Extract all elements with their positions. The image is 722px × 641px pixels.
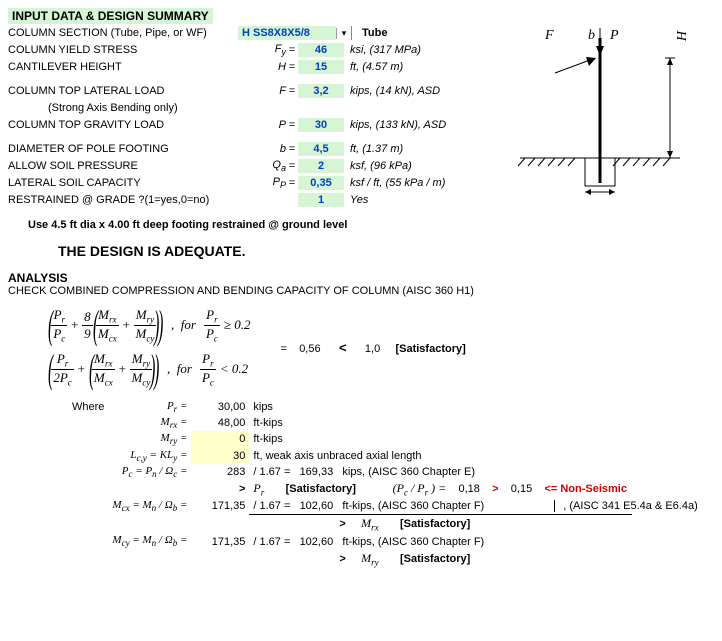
sym-p: P <box>238 119 286 131</box>
fig-b: b <box>588 28 595 44</box>
Mry-val: 0 <box>191 431 249 447</box>
label-b: DIAMETER OF POLE FOOTING <box>8 143 238 155</box>
ratio-value: 0,56 <box>299 343 320 355</box>
label-pp: LATERAL SOIL CAPACITY <box>8 177 238 189</box>
interaction-equation: ( PrPc + 89 ( MrxMcx + MryMcy ) ) , for … <box>8 303 714 391</box>
table-row: Mry = 0 ft-kips <box>68 431 632 447</box>
gt2: > <box>492 483 498 495</box>
section-header: INPUT DATA & DESIGN SUMMARY <box>8 8 213 24</box>
unit-p: kips, (133 kN), ASD <box>344 119 446 131</box>
table-row: > Mrx [Satisfactory] <box>68 515 632 534</box>
Mcx-val: 171,35 <box>191 498 249 514</box>
unit-rest: Yes <box>344 194 368 206</box>
sym-fy: Fy <box>238 43 286 57</box>
gt: > <box>191 480 249 498</box>
sym-h: H <box>238 61 286 73</box>
analysis-title: ANALYSIS <box>8 271 714 285</box>
Mcy-val: 171,35 <box>191 533 249 549</box>
table-row: Lc,y = KLy = 30 ft, weak axis unbraced a… <box>68 448 632 464</box>
val-p[interactable]: 30 <box>298 118 344 132</box>
PcPr-rat: 0,18 <box>458 483 479 495</box>
val-b[interactable]: 4,5 <box>298 142 344 156</box>
sym-qa: Qa <box>238 159 286 173</box>
Pr-unit: kips <box>249 399 631 415</box>
val-fy[interactable]: 46 <box>298 43 344 57</box>
unit-pp: ksf / ft, (55 kPa / m) <box>344 177 445 189</box>
Pc-u3: kips, (AISC 360 Chapter E) <box>342 466 475 478</box>
aisc341-note: , (AISC 341 E5.4a & E6.4a) <box>554 500 698 512</box>
label-qa: ALLOW SOIL PRESSURE <box>8 160 238 172</box>
label-f-sub: (Strong Axis Bending only) <box>8 102 278 114</box>
section-shape: Tube <box>352 27 387 39</box>
section-dropdown[interactable]: H SS8X8X5/8 ▾ <box>238 26 352 40</box>
PcPr-lim: 0,15 <box>511 483 532 495</box>
unit-fy: ksi, (317 MPa) <box>344 44 421 56</box>
val-pp[interactable]: 0,35 <box>298 176 344 190</box>
val-f[interactable]: 3,2 <box>298 84 344 98</box>
label-h: CANTILEVER HEIGHT <box>8 61 238 73</box>
column-diagram: P F H b <box>490 28 700 198</box>
chevron-down-icon[interactable]: ▾ <box>336 28 351 39</box>
label-section: COLUMN SECTION (Tube, Pipe, or WF) <box>8 27 238 39</box>
fig-p: P <box>610 28 619 44</box>
val-h[interactable]: 15 <box>298 60 344 74</box>
sym-f: F <box>238 85 286 97</box>
table-row: > Pr [Satisfactory] (Pc / Pr ) = 0,18 > … <box>68 480 632 498</box>
Pc-val: 283 <box>191 464 249 480</box>
ratio-verdict: [Satisfactory] <box>395 343 465 355</box>
Mrx-val: 48,00 <box>191 415 249 431</box>
fig-f: F <box>545 28 554 44</box>
unit-h: ft, (4.57 m) <box>344 61 403 73</box>
Pc-u2: / 1.67 = <box>253 466 290 478</box>
eq: = <box>286 44 298 56</box>
non-seismic: <= Non-Seismic <box>544 483 627 495</box>
Pr-val: 30,00 <box>191 399 249 415</box>
Mry-unit: ft-kips <box>249 431 631 447</box>
unit-f: kips, (14 kN), ASD <box>344 85 440 97</box>
table-row: > Mry [Satisfactory] <box>68 550 632 568</box>
table-row: Mcy = Mn / Ωb = 171,35 / 1.67 = 102,60 f… <box>68 533 632 549</box>
calc-table: Where Pr = 30,00 kips Mrx = 48,00 ft-kip… <box>68 399 632 568</box>
table-row: Pc = Pn / Ωc = 283 / 1.67 = 169,33 kips,… <box>68 464 632 480</box>
section-value: H SS8X8X5/8 <box>238 26 336 40</box>
sym-pp: PP <box>238 176 286 190</box>
Mrx-unit: ft-kips <box>249 415 631 431</box>
table-row: Where Pr = 30,00 kips <box>68 399 632 415</box>
val-qa[interactable]: 2 <box>298 159 344 173</box>
table-row: Mrx = 48,00 ft-kips <box>68 415 632 431</box>
Lcy-val: 30 <box>191 448 249 464</box>
label-rest: RESTRAINED @ GRADE ?(1=yes,0=no) <box>8 194 238 206</box>
analysis-check: CHECK COMBINED COMPRESSION AND BENDING C… <box>8 285 714 297</box>
unit-b: ft, (1.37 m) <box>344 143 403 155</box>
where-label: Where <box>68 399 108 415</box>
ratio-limit: 1,0 <box>365 343 380 355</box>
table-row: Mcx = Mn / Ωb = 171,35 / 1.67 = 102,60 f… <box>68 498 632 514</box>
val-rest[interactable]: 1 <box>298 193 344 207</box>
footing-note: Use 4.5 ft dia x 4.00 ft deep footing re… <box>8 219 714 231</box>
fig-h: H <box>675 31 691 41</box>
Pc-v2: 169,33 <box>300 466 334 478</box>
unit-qa: ksf, (96 kPa) <box>344 160 412 172</box>
label-fy: COLUMN YIELD STRESS <box>8 44 238 56</box>
result-verdict: THE DESIGN IS ADEQUATE. <box>8 243 714 259</box>
sym-b: b <box>238 143 286 155</box>
label-p: COLUMN TOP GRAVITY LOAD <box>8 119 238 131</box>
Lcy-unit: ft, weak axis unbraced axial length <box>249 448 631 464</box>
Pr-sat: [Satisfactory] <box>286 483 356 495</box>
label-f: COLUMN TOP LATERAL LOAD <box>8 85 238 97</box>
